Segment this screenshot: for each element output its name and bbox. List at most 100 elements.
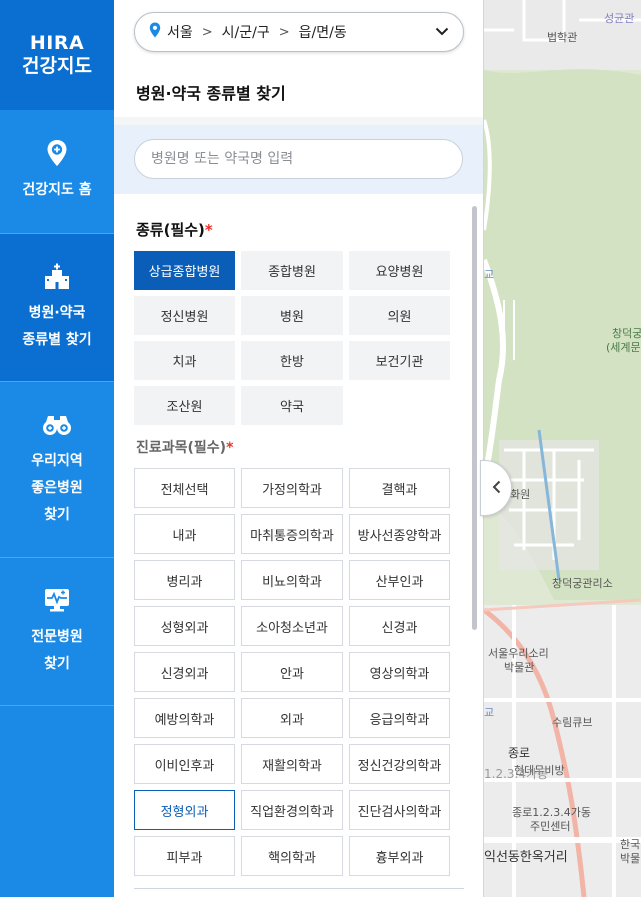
map-label-jongno: 종로 bbox=[508, 746, 531, 760]
type-section-heading: 종류(필수)* bbox=[136, 219, 213, 240]
panel-title: 병원·약국 종류별 찾기 bbox=[136, 84, 286, 103]
hospital-search-input[interactable] bbox=[134, 139, 463, 179]
map-label-world-heritage: (세계문화 bbox=[606, 341, 641, 354]
subject-button[interactable]: 진단검사의학과 bbox=[349, 790, 450, 830]
search-area bbox=[114, 125, 483, 194]
logo-text-hira: HIRA bbox=[29, 32, 85, 54]
subject-button-grid: 전체선택 가정의학과 결핵과내과 마취통증의학과 방사선종양학과병리과 비뇨의학과 산부인과… bbox=[134, 468, 450, 876]
map-label-folk-museum-2: 박물관 bbox=[504, 661, 535, 674]
nav-item-good-hospital[interactable]: 우리지역 좋은병원 찾기 bbox=[0, 382, 114, 558]
nav-label-specialty-line2: 찾기 bbox=[44, 655, 70, 672]
hira-logo[interactable]: HIRA 건강지도 bbox=[0, 0, 114, 110]
subject-button[interactable]: 재활의학과 bbox=[241, 744, 343, 784]
map-label-hanguk-1: 한국 bbox=[620, 838, 641, 851]
subject-button[interactable]: 성형외과 bbox=[134, 606, 235, 646]
subject-button[interactable]: 이비인후과 bbox=[134, 744, 235, 784]
region-breadcrumb: 서울 > 시/군/구 > 읍/면/동 bbox=[149, 22, 347, 42]
nav-label-good-line2: 좋은병원 bbox=[31, 480, 83, 496]
chevron-left-icon bbox=[492, 479, 501, 498]
type-chip[interactable]: 치과 bbox=[134, 341, 235, 380]
map-label-jongno-dong: 1.2.3.4가동 bbox=[484, 767, 549, 781]
search-panel: 서울 > 시/군/구 > 읍/면/동 병원·약국 종류별 찾기 종류(필수)* … bbox=[114, 0, 484, 897]
type-chip[interactable]: 병원 bbox=[241, 296, 343, 335]
type-chip[interactable]: 정신병원 bbox=[134, 296, 235, 335]
map-label-community-2: 주민센터 bbox=[530, 820, 571, 833]
subject-section-heading: 진료과목(필수)* bbox=[136, 437, 233, 457]
subject-button[interactable]: 병리과 bbox=[134, 560, 235, 600]
required-mark: * bbox=[226, 440, 234, 456]
chevron-right-icon: > bbox=[278, 24, 290, 40]
map-pin-plus-icon bbox=[46, 139, 68, 167]
type-chip-grid: 상급종합병원 종합병원 요양병원정신병원 병원 의원치과 한방 보건기관조산원 약국 bbox=[134, 251, 450, 425]
map-label-changdeokgung-office: 창덕궁관리소 bbox=[552, 577, 613, 590]
map-label-changdeokgung: 창덕궁 bbox=[612, 327, 641, 340]
subject-button[interactable]: 소아청소년과 bbox=[241, 606, 343, 646]
region-sido[interactable]: 서울 bbox=[167, 22, 193, 42]
map-label-iksun: 익선동한옥거리 bbox=[484, 850, 568, 865]
divider bbox=[114, 117, 483, 125]
type-chip[interactable]: 의원 bbox=[349, 296, 450, 335]
subject-button[interactable]: 안과 bbox=[241, 652, 343, 692]
required-mark: * bbox=[204, 221, 213, 239]
subject-button[interactable]: 영상의학과 bbox=[349, 652, 450, 692]
subject-button[interactable]: 흉부외과 bbox=[349, 836, 450, 876]
nav-label-type-line1: 병원·약국 bbox=[28, 304, 86, 321]
nav-item-home[interactable]: 건강지도 홈 bbox=[0, 110, 114, 234]
subject-button[interactable]: 마취통증의학과 bbox=[241, 514, 343, 554]
subject-button[interactable]: 신경과 bbox=[349, 606, 450, 646]
subject-button[interactable]: 내과 bbox=[134, 514, 235, 554]
type-chip[interactable]: 한방 bbox=[241, 341, 343, 380]
region-eupmyeondong[interactable]: 읍/면/동 bbox=[299, 22, 347, 42]
type-chip[interactable]: 보건기관 bbox=[349, 341, 450, 380]
panel-scrollbar[interactable] bbox=[472, 206, 477, 630]
subject-button[interactable]: 정신건강의학과 bbox=[349, 744, 450, 784]
subject-button[interactable]: 가정의학과 bbox=[241, 468, 343, 508]
map-label-folk-museum-1: 서울우리소리 bbox=[488, 647, 549, 660]
subject-button[interactable]: 정형외과 bbox=[134, 790, 235, 830]
map-label-hanguk-2: 박물 bbox=[620, 852, 641, 865]
type-chip[interactable]: 종합병원 bbox=[241, 251, 343, 290]
nav-item-type-search[interactable]: 병원·약국 종류별 찾기 bbox=[0, 234, 114, 382]
map-label-surim-cube: 수림큐브 bbox=[552, 716, 593, 729]
region-sigungu[interactable]: 시/군/구 bbox=[222, 22, 270, 42]
nav-label-type-line2: 종류별 찾기 bbox=[22, 331, 92, 348]
subject-button[interactable]: 산부인과 bbox=[349, 560, 450, 600]
type-heading-text: 종류(필수) bbox=[136, 221, 205, 239]
chevron-down-icon[interactable] bbox=[435, 24, 449, 40]
left-nav-rail: HIRA 건강지도 건강지도 홈 병원·약국 종류별 찾기 우리지역 좋은병원 … bbox=[0, 0, 114, 897]
subject-button[interactable]: 신경외과 bbox=[134, 652, 235, 692]
chevron-right-icon: > bbox=[201, 24, 213, 40]
subject-button[interactable]: 응급의학과 bbox=[349, 698, 450, 738]
subject-button[interactable]: 방사선종양학과 bbox=[349, 514, 450, 554]
subject-button[interactable]: 직업환경의학과 bbox=[241, 790, 343, 830]
location-pin-icon bbox=[149, 22, 161, 42]
subject-heading-text: 진료과목(필수) bbox=[136, 440, 227, 456]
type-chip[interactable]: 조산원 bbox=[134, 386, 235, 425]
subject-button[interactable]: 외과 bbox=[241, 698, 343, 738]
logo-text-map: 건강지도 bbox=[22, 55, 92, 77]
subject-button[interactable]: 예방의학과 bbox=[134, 698, 235, 738]
type-chip[interactable]: 요양병원 bbox=[349, 251, 450, 290]
map-view[interactable]: 성균관 법학관 교 창덕궁 (세계문화 화원 창덕궁관리소 서울우리소리 박물관… bbox=[484, 0, 641, 897]
type-chip[interactable]: 상급종합병원 bbox=[134, 251, 235, 290]
ecg-monitor-icon bbox=[42, 586, 72, 614]
subject-button[interactable]: 결핵과 bbox=[349, 468, 450, 508]
subject-button[interactable]: 비뇨의학과 bbox=[241, 560, 343, 600]
type-chip[interactable]: 약국 bbox=[241, 386, 343, 425]
divider bbox=[134, 888, 464, 889]
map-canvas bbox=[484, 0, 641, 897]
subject-button[interactable]: 피부과 bbox=[134, 836, 235, 876]
nav-label-good-line3: 찾기 bbox=[44, 507, 70, 523]
select-all-button[interactable]: 전체선택 bbox=[134, 468, 235, 508]
map-label-community-1: 종로1.2.3.4가동 bbox=[512, 806, 591, 819]
nav-item-specialty[interactable]: 전문병원 찾기 bbox=[0, 558, 114, 706]
map-label-hwa: 화원 bbox=[510, 488, 531, 501]
map-label-beophakgwan: 법학관 bbox=[547, 31, 578, 44]
subject-button[interactable]: 핵의학과 bbox=[241, 836, 343, 876]
binoculars-icon bbox=[41, 410, 73, 438]
nav-label-home: 건강지도 홈 bbox=[22, 182, 92, 198]
map-label-gyo-2: 교 bbox=[484, 706, 495, 719]
nav-label-specialty-line1: 전문병원 bbox=[31, 628, 83, 645]
region-selector[interactable]: 서울 > 시/군/구 > 읍/면/동 bbox=[134, 12, 464, 52]
map-label-seonggyungwan: 성균관 bbox=[604, 12, 635, 25]
